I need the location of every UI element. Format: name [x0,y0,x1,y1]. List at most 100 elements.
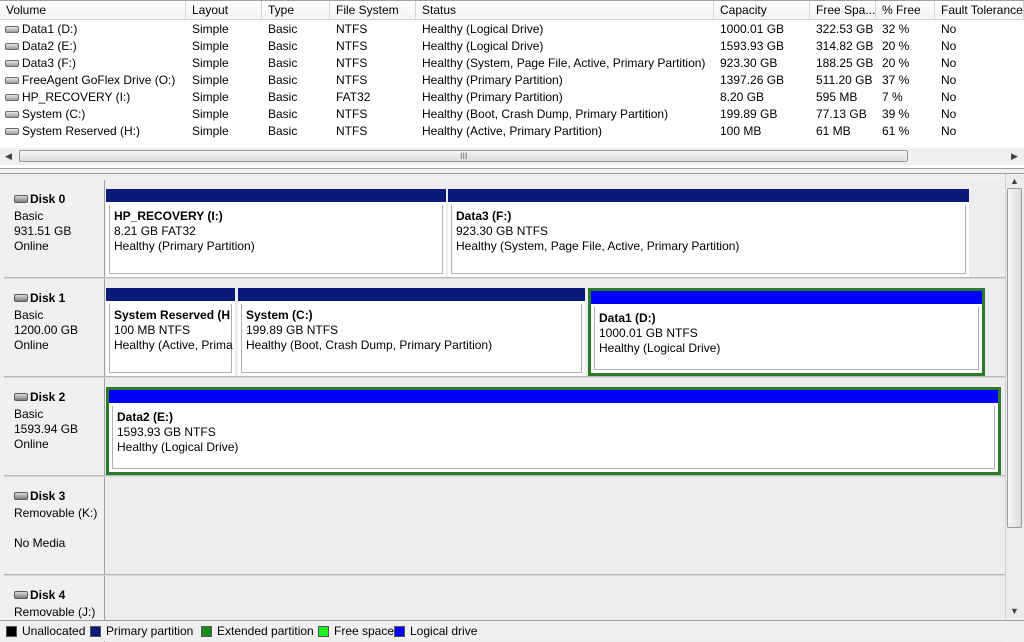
column-header-file-system[interactable]: File System [330,1,416,20]
column-header-capacity[interactable]: Capacity [714,1,810,20]
removable-disk-icon [14,492,28,500]
partition-type-bar [591,291,982,304]
volume-cell-volume: Data3 (F:) [22,56,77,70]
volume-cell-status: Healthy (Primary Partition) [422,73,563,87]
volume-cell-pct: 7 % [882,90,903,104]
horizontal-scrollbar[interactable]: ◀ III ▶ [0,148,1024,165]
disk-status: Online [14,338,49,352]
volume-cell-type: Basic [268,56,298,70]
column-header-percent-free[interactable]: % Free [876,1,935,20]
volume-cell-fs: NTFS [336,107,368,121]
partition-block[interactable]: Data1 (D:) 1000.01 GB NTFS Healthy (Logica… [588,288,985,376]
partition-status: Healthy (Logical Drive) [599,341,721,355]
disk-name: Disk 2 [14,390,65,404]
disk-name: Disk 3 [14,489,65,503]
disk-row-0[interactable]: Disk 0 Basic 931.51 GB Online HP_RECOVERY (I… [0,180,1005,277]
disk-size: 1200.00 GB [14,323,79,337]
volume-cell-free: 314.82 GB [816,39,874,53]
column-header-fault-tolerance[interactable]: Fault Tolerance [935,1,1024,20]
scroll-grip: III [460,151,468,161]
partition-title: Data1 (D:) [599,311,656,325]
disk-row-1[interactable]: Disk 1 Basic 1200.00 GB Online System Reserv… [0,279,1005,376]
disk-graphical-view: Disk 0 Basic 931.51 GB Online HP_RECOVERY (I… [0,173,1024,642]
disk-name-text: Disk 1 [30,291,66,305]
vertical-scroll-thumb[interactable] [1007,188,1022,528]
volume-row[interactable]: FreeAgent GoFlex Drive (O:) Simple Basic NT… [0,72,1024,89]
volume-cell-layout: Simple [192,107,229,121]
partition-body: System Reserved (H 100 MB NTFS Healthy (Ac… [109,304,233,373]
partition-block[interactable]: System (C:) 199.89 GB NTFS Healthy (Boot, … [238,288,585,376]
volume-cell-fs: NTFS [336,73,368,87]
volume-cell-capacity: 199.89 GB [720,107,778,121]
disk-row-2[interactable]: Disk 2 Basic 1593.94 GB Online Data2 (E:) 159… [0,378,1005,475]
volume-list-header: Volume Layout Type File System Status Ca… [0,0,1024,20]
partition-status: Healthy (Logical Drive) [117,440,239,454]
partition-block[interactable]: Data2 (E:) 1593.93 GB NTFS Healthy (Logica… [106,387,1001,475]
legend-swatch [394,626,405,637]
volume-row[interactable]: Data1 (D:) Simple Basic NTFS Healthy (Logica… [0,21,1024,38]
volume-row[interactable]: System (C:) Simple Basic NTFS Healthy (Boot,… [0,106,1024,123]
partition-body: Data2 (E:) 1593.93 GB NTFS Healthy (Logica… [112,406,995,469]
volume-cell-capacity: 1593.93 GB [720,39,785,53]
drive-icon [5,60,19,67]
column-header-volume[interactable]: Volume [0,1,186,20]
partition-status: Healthy (System, Page File, Active, Prim… [456,239,740,253]
drive-icon [5,43,19,50]
disk-partition-area [105,477,1005,574]
disk-row-3[interactable]: Disk 3 Removable (K:) No Media [0,477,1005,574]
disk-size: 931.51 GB [14,224,72,238]
column-header-free-space[interactable]: Free Spa... [810,1,876,20]
disk-label[interactable]: Disk 2 Basic 1593.94 GB Online [4,378,105,475]
partition-status: Healthy (Boot, Crash Dump, Primary Parti… [246,338,493,352]
volume-cell-fs: NTFS [336,39,368,53]
volume-list: Volume Layout Type File System Status Ca… [0,0,1024,169]
legend-item: Free space [318,625,394,638]
volume-cell-layout: Simple [192,22,229,36]
volume-cell-pct: 61 % [882,124,910,138]
volume-cell-status: Healthy (Boot, Crash Dump, Primary Parti… [422,107,669,121]
volume-cell-status: Healthy (Logical Drive) [422,39,544,53]
partition-block[interactable]: System Reserved (H 100 MB NTFS Healthy (Ac… [106,288,235,376]
scroll-left-icon[interactable]: ◀ [4,151,13,162]
legend-label: Logical drive [410,624,478,638]
disk-size: 1593.94 GB [14,422,79,436]
volume-cell-layout: Simple [192,124,229,138]
scroll-thumb[interactable]: III [19,150,908,162]
volume-cell-status: Healthy (Logical Drive) [422,22,544,36]
disk-type: Basic [14,209,44,223]
legend-swatch [201,626,212,637]
volume-cell-volume: Data1 (D:) [22,22,78,36]
disk-label[interactable]: Disk 3 Removable (K:) No Media [4,477,105,574]
volume-row[interactable]: Data2 (E:) Simple Basic NTFS Healthy (Logica… [0,38,1024,55]
vertical-scrollbar[interactable]: ▲ ▼ [1005,174,1024,619]
volume-cell-type: Basic [268,22,298,36]
scroll-down-icon[interactable]: ▼ [1010,606,1019,616]
disk-partition-area: System Reserved (H 100 MB NTFS Healthy (Ac… [105,279,1005,376]
volume-cell-capacity: 100 MB [720,124,762,138]
partition-block[interactable]: Data3 (F:) 923.30 GB NTFS Healthy (System,… [448,189,969,277]
volume-row[interactable]: HP_RECOVERY (I:) Simple Basic FAT32 Healthy … [0,89,1024,106]
disk-label[interactable]: Disk 0 Basic 931.51 GB Online [4,180,105,277]
partition-block[interactable]: HP_RECOVERY (I:) 8.21 GB FAT32 Healthy (Pr… [106,189,446,277]
disk-partition-area: HP_RECOVERY (I:) 8.21 GB FAT32 Healthy (Pr… [105,180,1005,277]
scroll-up-icon[interactable]: ▲ [1010,176,1019,186]
partition-body: System (C:) 199.89 GB NTFS Healthy (Boot, … [241,304,582,373]
volume-cell-capacity: 1397.26 GB [720,73,785,87]
disk-name-text: Disk 0 [30,192,66,206]
volume-cell-free: 77.13 GB [816,107,867,121]
legend-label: Free space [334,624,395,638]
partition-title: System Reserved (H [114,308,231,322]
column-header-layout[interactable]: Layout [186,1,262,20]
volume-cell-type: Basic [268,39,298,53]
drive-icon [5,128,19,135]
legend: Unallocated Primary partition Extended par… [0,620,1024,641]
disk-label[interactable]: Disk 1 Basic 1200.00 GB Online [4,279,105,376]
partition-size: 199.89 GB NTFS [246,323,339,337]
column-header-status[interactable]: Status [416,1,714,20]
partition-title: HP_RECOVERY (I:) [114,209,223,223]
volume-row[interactable]: Data3 (F:) Simple Basic NTFS Healthy (System… [0,55,1024,72]
scroll-right-icon[interactable]: ▶ [1010,151,1019,162]
column-header-type[interactable]: Type [262,1,330,20]
volume-row[interactable]: System Reserved (H:) Simple Basic NTFS Healt… [0,123,1024,140]
partition-body: Data3 (F:) 923.30 GB NTFS Healthy (System,… [451,205,966,274]
